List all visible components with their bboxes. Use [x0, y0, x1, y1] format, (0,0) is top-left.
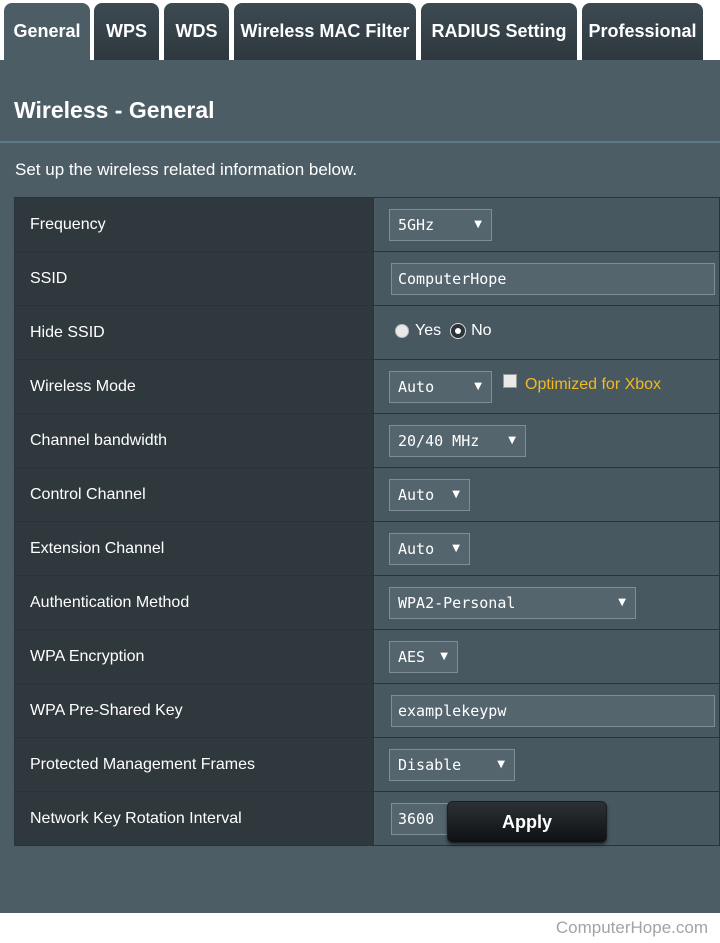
authentication-method-value-cell: WPA2-Personal ▼ [375, 576, 719, 629]
row-frequency: Frequency 5GHz ▼ [15, 198, 719, 252]
channel-bandwidth-label: Channel bandwidth [15, 414, 374, 467]
tab-general[interactable]: General [4, 3, 90, 60]
wpa-encryption-value: AES [398, 648, 426, 666]
wireless-mode-value: Auto [398, 378, 435, 396]
channel-bandwidth-value: 20/40 MHz [398, 432, 480, 450]
hide-ssid-label: Hide SSID [15, 306, 374, 359]
row-protected-management-frames: Protected Management Frames Disable ▼ [15, 738, 719, 792]
row-hide-ssid: Hide SSID Yes No [15, 306, 719, 360]
ssid-input[interactable]: ComputerHope [391, 263, 715, 295]
frequency-value: 5GHz [398, 216, 435, 234]
page-title: Wireless - General [14, 97, 215, 123]
dropdown-arrow-icon: ▼ [497, 759, 505, 770]
title-divider [0, 141, 720, 143]
hide-ssid-yes-radio[interactable] [395, 324, 409, 338]
hide-ssid-value-cell: Yes No [375, 306, 719, 359]
tab-wds[interactable]: WDS [164, 3, 229, 60]
channel-bandwidth-select[interactable]: 20/40 MHz ▼ [389, 425, 526, 457]
ssid-label: SSID [15, 252, 374, 305]
wpa-pre-shared-key-label: WPA Pre-Shared Key [15, 684, 374, 737]
row-wireless-mode: Wireless Mode Auto ▼ Optimized for Xbox [15, 360, 719, 414]
control-channel-value-cell: Auto ▼ [375, 468, 719, 521]
dropdown-arrow-icon: ▼ [452, 489, 460, 500]
wireless-mode-select[interactable]: Auto ▼ [389, 371, 492, 403]
authentication-method-select[interactable]: WPA2-Personal ▼ [389, 587, 636, 619]
watermark: ComputerHope.com [555, 918, 708, 937]
wpa-encryption-value-cell: AES ▼ [375, 630, 719, 683]
network-key-rotation-interval-label: Network Key Rotation Interval [15, 792, 374, 845]
authentication-method-value: WPA2-Personal [398, 594, 516, 612]
channel-bandwidth-value-cell: 20/40 MHz ▼ [375, 414, 719, 467]
protected-management-frames-select[interactable]: Disable ▼ [389, 749, 515, 781]
row-channel-bandwidth: Channel bandwidth 20/40 MHz ▼ [15, 414, 719, 468]
row-authentication-method: Authentication Method WPA2-Personal ▼ [15, 576, 719, 630]
hide-ssid-yes-label: Yes [415, 322, 442, 339]
authentication-method-label: Authentication Method [15, 576, 374, 629]
control-channel-select[interactable]: Auto ▼ [389, 479, 470, 511]
dropdown-arrow-icon: ▼ [618, 597, 626, 608]
row-ssid: SSID ComputerHope [15, 252, 719, 306]
page-subtitle: Set up the wireless related information … [15, 160, 358, 179]
apply-button[interactable]: Apply [447, 801, 607, 843]
row-extension-channel: Extension Channel Auto ▼ [15, 522, 719, 576]
control-channel-value: Auto [398, 486, 435, 504]
control-channel-label: Control Channel [15, 468, 374, 521]
row-control-channel: Control Channel Auto ▼ [15, 468, 719, 522]
wireless-general-panel: Wireless - General Set up the wireless r… [0, 60, 720, 913]
extension-channel-value-cell: Auto ▼ [375, 522, 719, 575]
tab-radius-setting[interactable]: RADIUS Setting [421, 3, 577, 60]
protected-management-frames-value-cell: Disable ▼ [375, 738, 719, 791]
dropdown-arrow-icon: ▼ [452, 543, 460, 554]
extension-channel-value: Auto [398, 540, 435, 558]
hide-ssid-radio-group: Yes No [395, 322, 502, 340]
dropdown-arrow-icon: ▼ [440, 651, 448, 662]
wpa-pre-shared-key-value-cell: examplekeypw [375, 684, 719, 737]
optimized-for-xbox-checkbox[interactable] [503, 374, 517, 388]
row-network-key-rotation-interval: Network Key Rotation Interval 3600 [15, 792, 719, 846]
dropdown-arrow-icon: ▼ [474, 381, 482, 392]
settings-table: Frequency 5GHz ▼ SSID ComputerHope Hide … [14, 197, 720, 846]
frequency-label: Frequency [15, 198, 374, 251]
tab-bar: General WPS WDS Wireless MAC Filter RADI… [0, 0, 720, 60]
wpa-pre-shared-key-input[interactable]: examplekeypw [391, 695, 715, 727]
frequency-value-cell: 5GHz ▼ [375, 198, 719, 251]
row-wpa-pre-shared-key: WPA Pre-Shared Key examplekeypw [15, 684, 719, 738]
optimized-for-xbox-label: Optimized for Xbox [525, 376, 662, 393]
tab-wps[interactable]: WPS [94, 3, 159, 60]
frequency-select[interactable]: 5GHz ▼ [389, 209, 492, 241]
extension-channel-select[interactable]: Auto ▼ [389, 533, 470, 565]
tab-wireless-mac-filter[interactable]: Wireless MAC Filter [234, 3, 416, 60]
ssid-value-cell: ComputerHope [375, 252, 719, 305]
hide-ssid-no-radio[interactable] [451, 324, 466, 338]
dropdown-arrow-icon: ▼ [508, 435, 516, 446]
hide-ssid-no-label: No [471, 322, 492, 339]
protected-management-frames-value: Disable [398, 756, 462, 774]
row-wpa-encryption: WPA Encryption AES ▼ [15, 630, 719, 684]
protected-management-frames-label: Protected Management Frames [15, 738, 374, 791]
wpa-encryption-label: WPA Encryption [15, 630, 374, 683]
dropdown-arrow-icon: ▼ [474, 219, 482, 230]
extension-channel-label: Extension Channel [15, 522, 374, 575]
tab-professional[interactable]: Professional [582, 3, 703, 60]
wpa-encryption-select[interactable]: AES ▼ [389, 641, 458, 673]
wireless-mode-value-cell: Auto ▼ Optimized for Xbox [375, 360, 719, 413]
wireless-mode-label: Wireless Mode [15, 360, 374, 413]
